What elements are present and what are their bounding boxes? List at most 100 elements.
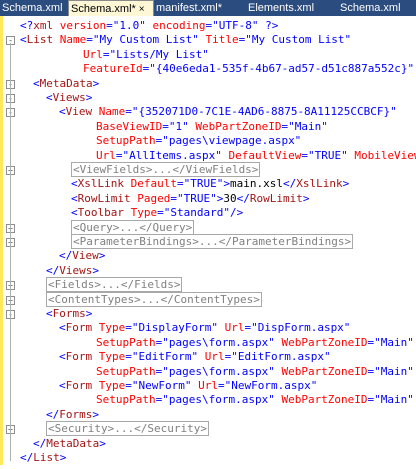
- code-token: >: [85, 307, 93, 320]
- code-token: <: [59, 105, 66, 119]
- code-line[interactable]: <MetaData> -: [0, 77, 416, 91]
- code-token: 30: [223, 191, 237, 205]
- code-line[interactable]: <Form Type="DisplayForm" Url="DispForm.a…: [0, 321, 416, 335]
- code-token: "Main": [288, 119, 328, 133]
- code-token: "EditForm": [131, 350, 199, 364]
- code-line[interactable]: <ViewFields>...</ViewFields> +: [0, 162, 416, 177]
- code-line[interactable]: <Fields>...</Fields> +: [0, 277, 416, 293]
- code-token: "AllItems.aspx": [122, 148, 222, 162]
- code-line[interactable]: </MetaData>: [0, 437, 416, 451]
- code-token: "NewForm.aspx": [224, 379, 318, 392]
- code-token: BaseViewID: [96, 119, 163, 133]
- code-token: "{40e6eda1-535f-4b67-ad57-d51c887a552c}": [149, 62, 415, 76]
- collapsed-region[interactable]: <ContentTypes>...</ContentTypes>: [46, 291, 262, 307]
- collapsed-region[interactable]: <ViewFields>...</ViewFields>: [71, 162, 261, 177]
- code-token: XslLink: [296, 177, 343, 191]
- code-token: =: [170, 191, 177, 205]
- code-line[interactable]: Url="AllItems.aspx" DefaultView="TRUE" M…: [0, 149, 416, 163]
- code-token: Default: [123, 177, 177, 191]
- code-line[interactable]: <Views> -: [0, 91, 416, 105]
- code-token: Views: [59, 263, 93, 277]
- code-token: "TRUE": [307, 148, 348, 162]
- code-line[interactable]: <List Name="My Custom List" Title="My Cu…: [0, 33, 416, 47]
- collapsed-region[interactable]: <ParameterBindings>...</ParameterBinding…: [71, 234, 354, 249]
- code-line[interactable]: <ContentTypes>...</ContentTypes> +: [0, 291, 416, 307]
- tab-label: Elements.xml: [248, 2, 315, 14]
- code-editor[interactable]: <?xml version="1.0" encoding="UTF-8" ?> <…: [0, 16, 416, 469]
- collapsed-region[interactable]: <Fields>...</Fields>: [46, 277, 183, 293]
- code-token: Url: [191, 379, 218, 392]
- tab-schema-xml-active[interactable]: Schema.xml* ×: [68, 0, 154, 16]
- code-token: "TRUE": [176, 191, 217, 205]
- document-tab-bar: Schema.xml Schema.xml* × manifest.xml* El…: [0, 0, 416, 16]
- code-token: "1": [168, 119, 189, 133]
- code-line[interactable]: </View>: [0, 249, 416, 263]
- code-token: RowLimit: [77, 191, 131, 205]
- code-line[interactable]: SetupPath="pages\form.aspx" WebPartZoneI…: [0, 336, 416, 350]
- tab-elements-xml[interactable]: Elements.xml: [246, 0, 324, 16]
- code-token: "NewForm": [131, 379, 192, 392]
- tab-schema-xml-2[interactable]: Schema.xml: [338, 0, 416, 16]
- code-token: DefaultView: [221, 148, 302, 162]
- code-token: =: [176, 177, 184, 191]
- code-token: FeatureId: [83, 62, 143, 76]
- code-line[interactable]: Url="Lists/My List": [0, 48, 416, 62]
- code-token: <: [20, 33, 27, 47]
- code-token: =: [86, 33, 93, 47]
- collapsed-region[interactable]: <Query>...</Query>: [71, 219, 195, 235]
- code-token: "Main": [374, 393, 414, 407]
- code-line[interactable]: BaseViewID="1" WebPartZoneID="Main": [0, 120, 416, 134]
- code-token: />: [229, 206, 244, 220]
- code-token: =: [162, 119, 169, 133]
- code-token: SetupPath: [96, 364, 156, 378]
- code-line[interactable]: SetupPath="pages\viewpage.aspx": [0, 134, 416, 148]
- code-token: </: [20, 451, 34, 464]
- code-token: "{352071D0-7C1E-4AD6-8875-8A11125CCBCF}": [131, 105, 397, 119]
- code-token: =: [125, 321, 132, 335]
- code-line[interactable]: </Forms>: [0, 408, 416, 422]
- code-line[interactable]: <View Name="{352071D0-7C1E-4AD6-8875-8A1…: [0, 105, 416, 119]
- code-token: Form: [65, 321, 93, 335]
- code-token: Title: [198, 33, 239, 47]
- code-line[interactable]: <XslLink Default="TRUE">main.xsl</XslLin…: [0, 177, 416, 191]
- code-line[interactable]: <ParameterBindings>...</ParameterBinding…: [0, 234, 416, 249]
- code-token: </: [59, 249, 73, 263]
- code-token: Form: [65, 350, 93, 364]
- outline-guide-line: [10, 43, 11, 461]
- code-line[interactable]: SetupPath="pages\form.aspx" WebPartZoneI…: [0, 365, 416, 379]
- code-line[interactable]: <Toolbar Type="Standard"/>: [0, 206, 416, 220]
- code-token: version: [53, 19, 107, 32]
- code-token: <?: [20, 19, 34, 32]
- code-line[interactable]: <Form Type="EditForm" Url="EditForm.aspx…: [0, 350, 416, 364]
- code-token: "pages\form.aspx": [162, 364, 275, 378]
- code-line[interactable]: <RowLimit Paged="TRUE">30</RowLimit>: [0, 192, 416, 206]
- code-token: Type: [92, 350, 126, 364]
- code-token: >: [98, 249, 106, 263]
- code-token: =: [106, 19, 113, 32]
- code-line[interactable]: FeatureId="{40e6eda1-535f-4b67-ad57-d51c…: [0, 62, 416, 76]
- code-token: Type: [123, 206, 158, 220]
- code-line[interactable]: <Forms> -: [0, 307, 416, 321]
- code-token: Form: [65, 379, 93, 392]
- code-token: </: [236, 191, 250, 205]
- code-token: <: [59, 321, 66, 335]
- collapsed-region[interactable]: <Security>...</Security>: [46, 421, 209, 437]
- code-token: List: [26, 33, 54, 47]
- close-icon[interactable]: ×: [139, 4, 145, 15]
- code-token: <: [71, 206, 78, 220]
- code-token: =: [115, 148, 123, 162]
- code-token: "Lists/My List": [109, 47, 209, 61]
- code-token: Url: [96, 148, 116, 162]
- code-line[interactable]: <Security>...</Security> +: [0, 421, 416, 437]
- code-line[interactable]: <?xml version="1.0" encoding="UTF-8" ?>: [0, 19, 416, 33]
- code-token: Forms: [52, 307, 86, 320]
- code-line[interactable]: <Query>...</Query> +: [0, 219, 416, 235]
- tab-manifest-xml[interactable]: manifest.xml*: [154, 0, 242, 16]
- code-line[interactable]: SetupPath="pages\form.aspx" WebPartZoneI…: [0, 393, 416, 407]
- code-token: "Standard": [163, 206, 230, 220]
- tab-schema-xml-1[interactable]: Schema.xml: [0, 0, 68, 16]
- code-line[interactable]: </List>: [0, 451, 416, 465]
- code-line[interactable]: <Form Type="NewForm" Url="NewForm.aspx": [0, 379, 416, 393]
- code-line[interactable]: </Views>: [0, 264, 416, 278]
- code-token: >: [92, 263, 99, 277]
